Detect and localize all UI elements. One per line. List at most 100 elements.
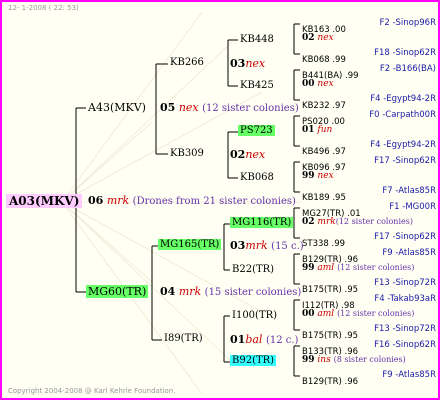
g4-3-tag: nex <box>317 171 334 181</box>
g4-7-mid: 99 ins (8 sister colonies) <box>302 356 406 365</box>
g4-6-bottom: B175(TR) .95 F13 -Sinop72R <box>302 325 436 341</box>
g4-1-botr: F4 -Egypt94-2R <box>370 94 436 104</box>
g4-5-note: (12 sister colonies) <box>337 263 415 272</box>
link-g4-2 <box>293 115 300 147</box>
drone-note: (Drones from 21 sister colonies) <box>132 196 296 207</box>
g4-5-tag: aml <box>317 263 335 273</box>
g4-0-mid: 02 nex <box>302 34 334 43</box>
colony-i100[interactable]: I100(TR) <box>232 311 277 321</box>
colony-ps723[interactable]: PS723 <box>238 125 275 136</box>
g4-7-tag: ins <box>317 355 331 365</box>
i89-info: 01bal (12 c.) <box>230 334 298 346</box>
b92-name: B92(TR) <box>230 355 277 366</box>
g4-4-topr: F1 -MG00R <box>389 202 436 212</box>
ps723-name: PS723 <box>238 125 275 136</box>
colony-i89[interactable]: I89(TR) <box>164 334 203 344</box>
link-g4-1 <box>293 69 300 101</box>
colony-mg165[interactable]: MG165(TR) <box>158 239 222 250</box>
drone-row: 06 mrk (Drones from 21 sister colonies) <box>88 195 296 207</box>
link-g4-3 <box>293 161 300 193</box>
g4-6-bot[interactable]: B175(TR) .95 <box>302 331 358 341</box>
g4-4-note: (12 sister colonies) <box>335 217 413 226</box>
colony-mg116[interactable]: MG116(TR) <box>230 217 294 228</box>
g4-7-num: 99 <box>302 355 315 365</box>
mother-note: (15 sister colonies) <box>204 287 302 298</box>
kb266-year: 03 <box>230 57 246 70</box>
link-g4-0 <box>293 23 300 55</box>
g4-6-num: 00 <box>302 309 315 319</box>
mg165-info: 03mrk (15 c.) <box>230 240 304 252</box>
g4-7-note: (8 sister colonies) <box>333 355 406 364</box>
drone-year: 06 <box>88 194 104 207</box>
g4-4-botr: F17 -Sinop62R <box>374 232 436 242</box>
g4-0-topr: F2 -Sinop96R <box>379 18 436 28</box>
mg165-name: MG165(TR) <box>158 239 222 250</box>
g4-7-botr: F9 -Atlas85R <box>382 370 436 380</box>
father-colony[interactable]: A43(MKV) <box>88 102 146 113</box>
g4-5-bot[interactable]: B175(TR) .95 <box>302 285 358 295</box>
g4-6-note: (12 sister colonies) <box>337 309 415 318</box>
g4-2-bottom: KB496 .97 F4 -Egypt94-2R <box>302 141 436 157</box>
g4-0-bottom: KB068 .99 F18 -Sinop62R <box>302 49 436 65</box>
g4-1-bot[interactable]: KB232 .97 <box>302 101 346 111</box>
g4-7-bot[interactable]: B129(TR) .96 <box>302 377 358 387</box>
mg165-tag: mrk <box>245 239 268 252</box>
g4-6-topr: F4 -Takab93aR <box>374 294 436 304</box>
colony-kb068[interactable]: KB068 <box>240 173 274 183</box>
link-g4-7 <box>293 345 300 377</box>
g4-5-mid: 99 aml (12 sister colonies) <box>302 264 414 273</box>
g4-4-mid: 02 mrk(12 sister colonies) <box>302 218 413 227</box>
g4-2-bot[interactable]: KB496 .97 <box>302 147 346 157</box>
i89-tag: bal <box>245 333 263 346</box>
g4-2-tag: fun <box>317 125 333 135</box>
mother-info: 04 mrk (15 sister colonies) <box>160 286 301 298</box>
g4-4-bottom: ST338 .99 F17 -Sinop62R <box>302 233 436 249</box>
g4-6-tag: aml <box>317 309 335 319</box>
link-g4-4 <box>293 207 300 239</box>
colony-kb309[interactable]: KB309 <box>170 149 204 159</box>
kb309-year: 02 <box>230 148 246 161</box>
colony-b92[interactable]: B92(TR) <box>230 355 277 366</box>
father-info: 05 nex (12 sister colonies) <box>160 102 299 114</box>
mother-tag: mrk <box>178 285 202 298</box>
mother-name: MG60(TR) <box>86 285 149 298</box>
g4-3-bot[interactable]: KB189 .95 <box>302 193 346 203</box>
father-year: 05 <box>160 101 176 114</box>
colony-b22[interactable]: B22(TR) <box>232 265 274 275</box>
colony-kb266[interactable]: KB266 <box>170 58 204 68</box>
g4-6-mid: 00 aml (12 sister colonies) <box>302 310 414 319</box>
mg165-year: 03 <box>230 239 246 252</box>
colony-kb425[interactable]: KB425 <box>240 81 274 91</box>
g4-5-topr: F9 -Atlas85R <box>382 248 436 258</box>
g4-5-botr: F13 -Sinop72R <box>374 278 436 288</box>
date-label: 12- 1-2008 ( 22: 53) <box>8 4 79 12</box>
kb266-info: 03nex <box>230 58 265 69</box>
g4-2-mid: 01 fun <box>302 126 332 135</box>
kb266-tag: nex <box>245 57 266 70</box>
link-g4-6 <box>293 299 300 331</box>
g4-4-tag: mrk <box>317 217 336 227</box>
g4-0-bot[interactable]: KB068 .99 <box>302 55 346 65</box>
g4-3-topr: F17 -Sinop62R <box>374 156 436 166</box>
drone-tag: mrk <box>106 194 130 207</box>
father-note: (12 sister colonies) <box>202 103 299 114</box>
colony-kb448[interactable]: KB448 <box>240 35 274 45</box>
g4-5-num: 99 <box>302 263 315 273</box>
mother-colony[interactable]: MG60(TR) <box>86 285 149 298</box>
mg116-name: MG116(TR) <box>230 217 294 228</box>
g4-0-tag: nex <box>317 33 334 43</box>
kb309-tag: nex <box>245 148 266 161</box>
g4-0-botr: F18 -Sinop62R <box>374 48 436 58</box>
g4-4-num: 02 <box>302 217 315 227</box>
g4-4-bot[interactable]: ST338 .99 <box>302 239 345 249</box>
mother-year: 04 <box>160 285 176 298</box>
copyright-label: Copyright 2004-2008 @ Karl Kehrle Founda… <box>8 387 176 395</box>
g4-5-bottom: B175(TR) .95 F13 -Sinop72R <box>302 279 436 295</box>
kb309-info: 02nex <box>230 149 265 160</box>
mg165-note: (15 c.) <box>271 241 304 252</box>
g4-7-bottom: B129(TR) .96 F9 -Atlas85R <box>302 371 436 387</box>
root-colony[interactable]: A03(MKV) <box>6 194 83 208</box>
i89-note: (12 c.) <box>265 335 299 346</box>
g4-1-bottom: KB232 .97 F4 -Egypt94-2R <box>302 95 436 111</box>
g4-2-num: 01 <box>302 125 315 135</box>
